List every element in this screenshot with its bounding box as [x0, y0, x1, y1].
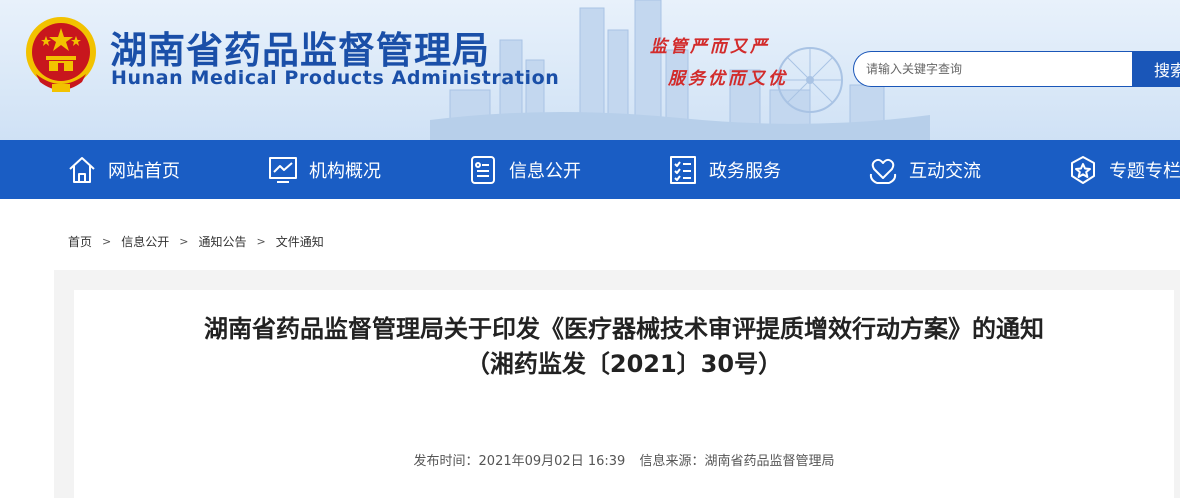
nav-item-home[interactable]: 网站首页 [66, 140, 180, 199]
chart-monitor-icon [267, 154, 299, 186]
breadcrumb-link-notices[interactable]: 通知公告 [198, 233, 246, 250]
chevron-right-icon: > [256, 235, 266, 248]
nav-item-interaction[interactable]: 互动交流 [867, 140, 981, 199]
article-title-line-1: 湖南省药品监督管理局关于印发《医疗器械技术审评提质增效行动方案》的通知 [204, 315, 1044, 343]
nav-item-label: 网站首页 [108, 160, 180, 182]
info-source: 信息来源：湖南省药品监督管理局 [639, 454, 835, 469]
nav-item-label: 政务服务 [709, 160, 781, 182]
nav-item-label: 机构概况 [309, 160, 381, 182]
site-title: 湖南省药品监督管理局 [110, 29, 490, 72]
heart-hands-icon [867, 154, 899, 186]
document-list-icon [467, 154, 499, 186]
nav-item-topics[interactable]: 专题专栏 [1067, 140, 1180, 199]
article-title-line-2: （湘药监发〔2021〕30号） [465, 349, 783, 378]
slogan-line-1: 监管严而又严 [650, 37, 770, 57]
star-badge-icon [1067, 154, 1099, 186]
breadcrumb-link-file-notices[interactable]: 文件通知 [276, 233, 324, 250]
nav-item-label: 信息公开 [509, 160, 581, 182]
home-icon [66, 154, 98, 186]
nav-item-about[interactable]: 机构概况 [267, 140, 381, 199]
site-subtitle: Hunan Medical Products Administration [111, 67, 560, 89]
chevron-right-icon: > [179, 235, 189, 248]
nav-item-services[interactable]: 政务服务 [667, 140, 781, 199]
nav-item-label: 互动交流 [909, 160, 981, 182]
nav-item-label: 专题专栏 [1109, 160, 1180, 182]
breadcrumb-link-home[interactable]: 首页 [68, 233, 92, 250]
national-emblem-logo [26, 17, 96, 92]
breadcrumb: 首页 > 信息公开 > 通知公告 > 文件通知 [68, 233, 324, 250]
chevron-right-icon: > [102, 235, 112, 248]
publish-time: 发布时间：2021年09月02日 16:39 [413, 454, 626, 469]
checklist-icon [667, 154, 699, 186]
main-nav: 网站首页 机构概况 信息公开 政务服务 互动交流 专题专栏 [0, 140, 1180, 199]
nav-item-info[interactable]: 信息公开 [467, 140, 581, 199]
header-banner: 湖南省药品监督管理局 Hunan Medical Products Admini… [0, 0, 1180, 140]
breadcrumb-link-info[interactable]: 信息公开 [121, 233, 169, 250]
search-button[interactable]: 搜索 [1132, 51, 1180, 87]
search-input[interactable] [853, 51, 1133, 87]
article-title: 湖南省药品监督管理局关于印发《医疗器械技术审评提质增效行动方案》的通知 （湘药监… [74, 312, 1174, 382]
article-card: 湖南省药品监督管理局关于印发《医疗器械技术审评提质增效行动方案》的通知 （湘药监… [74, 290, 1174, 498]
slogan-line-2: 服务优而又优 [668, 69, 788, 89]
article-meta: 发布时间：2021年09月02日 16:39 信息来源：湖南省药品监督管理局 [74, 450, 1174, 469]
